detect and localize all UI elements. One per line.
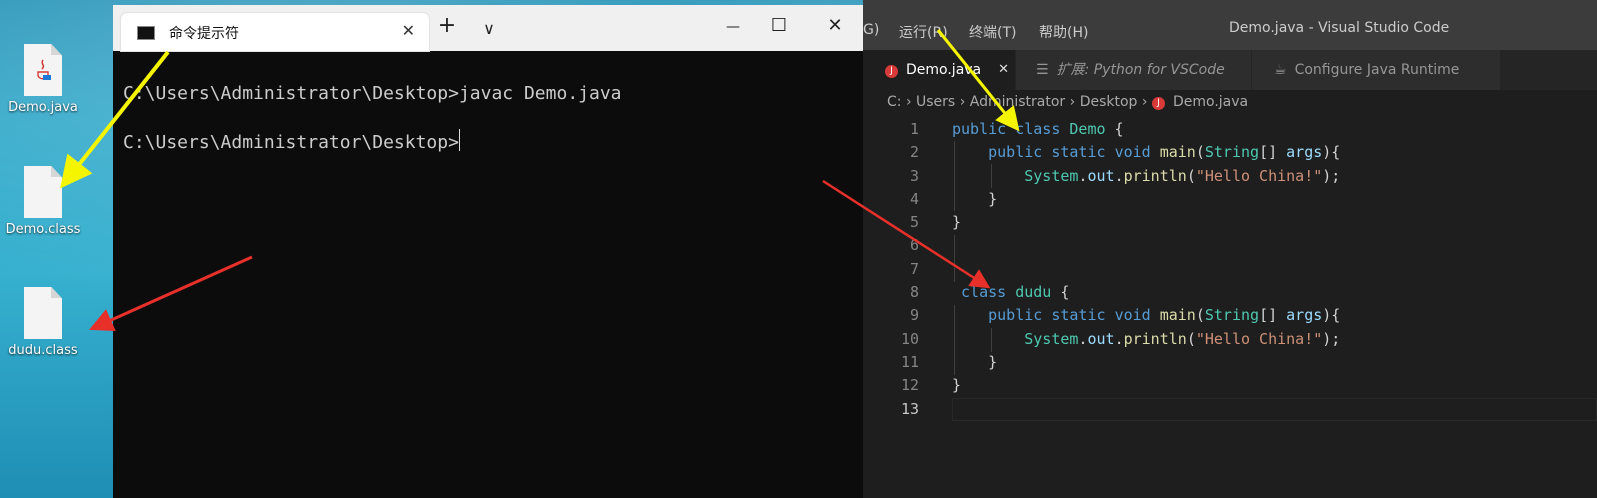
cmd-tab[interactable]: 命令提示符 ✕: [121, 13, 429, 51]
tab-label: Configure Java Runtime: [1294, 62, 1460, 78]
code-line-8: 8 class dudu {: [863, 281, 1597, 304]
code-text: }: [952, 376, 962, 395]
tab-close-icon[interactable]: ✕: [998, 50, 1009, 90]
breadcrumb-item[interactable]: Users: [916, 94, 955, 110]
code-line-11: 11 }: [863, 351, 1597, 374]
line-number: 9: [909, 306, 919, 325]
code-text: public static void main(String[] args){: [988, 143, 1341, 162]
console-prompt: C:\Users\Administrator\Desktop>: [123, 132, 459, 153]
breadcrumb-item[interactable]: C:: [887, 94, 902, 110]
breadcrumb-separator-icon: ›: [959, 94, 970, 110]
menu-item-help[interactable]: 帮助(H): [1039, 22, 1088, 42]
text-cursor: [458, 129, 460, 151]
code-editor[interactable]: 1 public class Demo { 2 public static vo…: [863, 118, 1597, 421]
java-file-icon: J: [885, 65, 898, 78]
breadcrumb-separator-icon: ›: [1069, 94, 1080, 110]
window-close-button[interactable]: ✕: [815, 15, 855, 36]
console-prompt-line: C:\Users\Administrator\Desktop>: [123, 129, 863, 175]
tab-dropdown-button[interactable]: ∨: [469, 19, 509, 38]
line-number: 7: [909, 259, 919, 278]
terminal-icon: [137, 26, 155, 40]
line-number: 13: [900, 399, 919, 418]
code-line-2: 2 public static void main(String[] args)…: [863, 141, 1597, 164]
code-text: System.out.println("Hello China!");: [1024, 166, 1341, 185]
code-line-7: 7: [863, 258, 1597, 281]
cmd-titlebar[interactable]: 命令提示符 ✕ + ∨ — ☐ ✕: [113, 5, 863, 51]
java-file-icon: J: [1151, 97, 1165, 110]
line-number: 8: [909, 283, 919, 302]
java-logo-icon: [37, 59, 51, 80]
cmd-console[interactable]: C:\Users\Administrator\Desktop>javac Dem…: [113, 51, 863, 175]
line-number: 11: [900, 352, 919, 371]
code-text: }: [988, 352, 998, 371]
code-line-3: 3 System.out.println("Hello China!");: [863, 165, 1597, 188]
minimize-button[interactable]: —: [713, 19, 753, 35]
code-line-1: 1 public class Demo {: [863, 118, 1597, 141]
code-line-9: 9 public static void main(String[] args)…: [863, 304, 1597, 327]
maximize-button[interactable]: ☐: [759, 15, 799, 36]
line-number: 5: [909, 213, 919, 232]
desktop-icon-demo-class[interactable]: Demo.class: [0, 166, 91, 237]
line-number: 10: [900, 329, 919, 348]
line-number: 3: [909, 166, 919, 185]
preview-file-icon: ☰: [1036, 62, 1049, 78]
line-number: 12: [900, 376, 919, 395]
tab-extension-python[interactable]: ☰ 扩展: Python for VSCode: [1016, 50, 1251, 90]
menu-item-run[interactable]: 运行(R): [899, 22, 948, 42]
cmd-window[interactable]: 命令提示符 ✕ + ∨ — ☐ ✕ C:\Users\Administrator…: [113, 5, 863, 498]
breadcrumb-separator-icon: ›: [1141, 94, 1152, 110]
new-tab-button[interactable]: +: [427, 13, 467, 38]
tab-configure-java-runtime[interactable]: ☕ Configure Java Runtime: [1252, 50, 1500, 90]
breadcrumb-item[interactable]: Administrator: [970, 94, 1065, 110]
vscode-menubar: G) 运行(R) 终端(T) 帮助(H) Demo.java - Visual …: [863, 0, 1597, 57]
code-line-12: 12 }: [863, 374, 1597, 397]
code-text: public static void main(String[] args){: [988, 306, 1341, 325]
code-line-10: 10 System.out.println("Hello China!");: [863, 328, 1597, 351]
desktop-icon-label: Demo.java: [8, 100, 78, 115]
desktop-icon-label: Demo.class: [5, 222, 81, 237]
tab-label: Demo.java: [906, 62, 982, 78]
current-line-highlight: [952, 397, 1597, 421]
tab-label: 扩展: Python for VSCode: [1056, 62, 1225, 78]
blank-file-icon: [24, 166, 62, 218]
breadcrumb-separator-icon: ›: [905, 94, 917, 110]
tab-close-icon[interactable]: ✕: [402, 21, 415, 40]
editor-tabs: J Demo.java ✕ ☰ 扩展: Python for VSCode ☕ Con…: [863, 50, 1597, 90]
blank-file-icon: [24, 287, 62, 339]
code-text: System.out.println("Hello China!");: [1024, 329, 1341, 348]
code-line-6: 6: [863, 234, 1597, 257]
menu-item-debug[interactable]: G): [863, 22, 879, 38]
line-number: 4: [909, 189, 919, 208]
desktop-icon-demo-java[interactable]: Demo.java: [0, 44, 91, 115]
code-line-5: 5 }: [863, 211, 1597, 234]
desktop-icon-dudu-class[interactable]: dudu.class: [0, 287, 91, 358]
java-file-icon: [24, 44, 62, 96]
tab-demo-java[interactable]: J Demo.java ✕: [863, 50, 1015, 90]
java-runtime-cup-icon: ☕: [1274, 62, 1287, 78]
code-line-4: 4 }: [863, 188, 1597, 211]
console-line: C:\Users\Administrator\Desktop>javac Dem…: [123, 83, 622, 104]
window-title: Demo.java - Visual Studio Code: [1229, 20, 1450, 36]
line-number: 2: [909, 143, 919, 162]
code-text: }: [988, 189, 998, 208]
code-text: class dudu {: [961, 283, 1070, 302]
breadcrumb-item[interactable]: Demo.java: [1173, 94, 1248, 110]
breadcrumb: C: › Users › Administrator › Desktop › J…: [887, 94, 1248, 110]
cmd-tab-title: 命令提示符: [169, 26, 239, 42]
code-line-13: 13: [863, 397, 1597, 421]
breadcrumb-item[interactable]: Desktop: [1080, 94, 1138, 110]
desktop-icon-label: dudu.class: [8, 343, 78, 358]
code-text: public class Demo {: [952, 120, 1124, 138]
line-number: 1: [909, 120, 919, 138]
code-text: }: [952, 213, 962, 232]
line-number: 6: [909, 236, 919, 255]
vscode-window[interactable]: G) 运行(R) 终端(T) 帮助(H) Demo.java - Visual …: [863, 0, 1597, 498]
menu-item-terminal[interactable]: 终端(T): [969, 22, 1016, 42]
